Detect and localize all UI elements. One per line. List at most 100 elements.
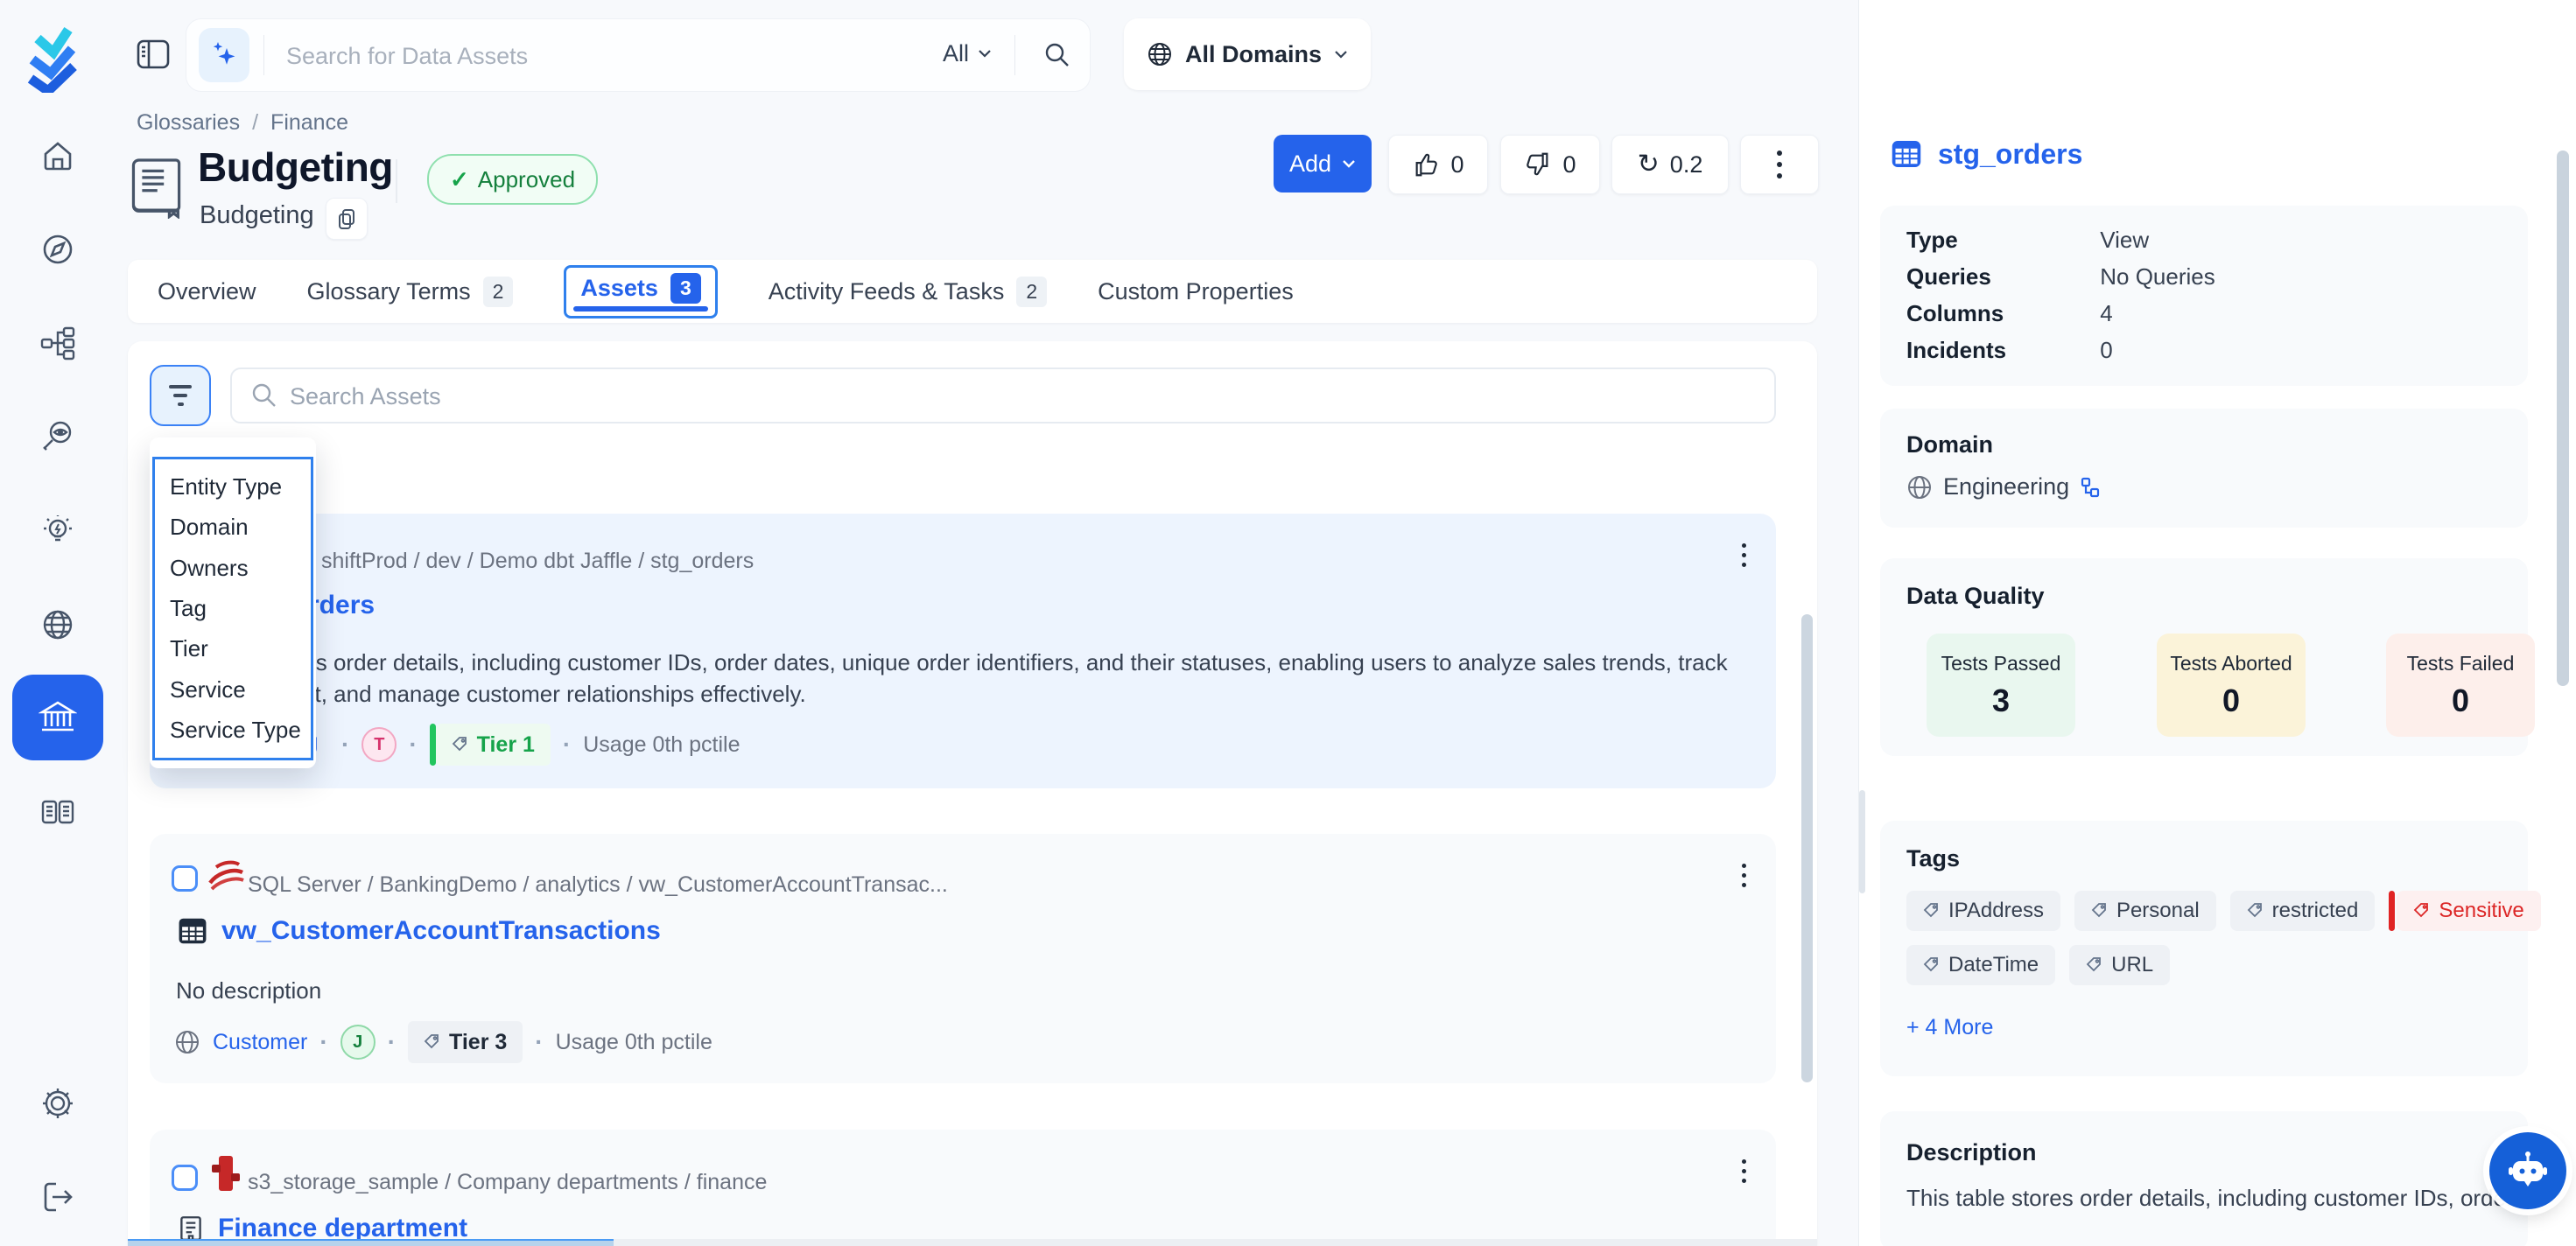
status-label: Approved: [478, 166, 575, 193]
breadcrumb-finance[interactable]: Finance: [270, 110, 348, 136]
sidebar-item-domains[interactable]: [40, 607, 75, 642]
asset-card-finance-department[interactable]: s3_storage_sample / Company departments …: [150, 1130, 1776, 1246]
tag-pill-ipaddress[interactable]: IPAddress: [1906, 891, 2060, 931]
tab-custom-properties[interactable]: Custom Properties: [1098, 278, 1294, 305]
filter-option-tag[interactable]: Tag: [155, 595, 311, 622]
card-kebab-icon[interactable]: [1742, 864, 1746, 887]
sidebar-item-discover[interactable]: [40, 232, 75, 267]
tab-assets[interactable]: Assets 3: [564, 265, 717, 318]
sidebar-item-insights[interactable]: [40, 514, 75, 549]
filter-option-service[interactable]: Service: [155, 676, 311, 704]
upvote-button[interactable]: 0: [1388, 135, 1488, 194]
tests-failed-label: Tests Failed: [2407, 652, 2515, 676]
status-badge[interactable]: ✓ Approved: [427, 154, 598, 205]
horizontal-scrollbar-thumb[interactable]: [128, 1239, 614, 1246]
tier-badge[interactable]: Tier 1: [430, 724, 551, 766]
more-tags-link[interactable]: + 4 More: [1906, 1015, 1993, 1040]
asset-domain-link[interactable]: Engineering: [314, 730, 329, 760]
version-button[interactable]: ↻ 0.2: [1611, 135, 1729, 194]
upvote-count: 0: [1450, 151, 1463, 178]
domain-value[interactable]: Engineering: [1943, 473, 2069, 500]
tests-aborted-label: Tests Aborted: [2170, 652, 2292, 676]
asset-description-line2: order fulfillment, and manage customer r…: [314, 678, 1744, 710]
asset-title: stg_orders: [314, 591, 375, 620]
card-kebab-icon[interactable]: [1742, 543, 1746, 567]
info-label-incidents: Incidents: [1906, 337, 2094, 364]
tag-pill-datetime[interactable]: DateTime: [1906, 945, 2055, 985]
sidebar-item-observability[interactable]: [40, 419, 75, 454]
bank-icon: [39, 698, 77, 737]
filter-button[interactable]: [150, 365, 211, 426]
details-scrollbar[interactable]: [2557, 150, 2569, 686]
downvote-button[interactable]: 0: [1500, 135, 1600, 194]
asset-breadcrumb: SQL Server / BankingDemo / analytics / v…: [248, 872, 948, 898]
sidebar-item-lineage[interactable]: [40, 326, 75, 360]
atlan-logo-icon[interactable]: [25, 18, 81, 93]
asset-breadcrumb: shiftProd / dev / Demo dbt Jaffle / stg_…: [321, 549, 754, 574]
tag-pill-personal[interactable]: Personal: [2074, 891, 2216, 931]
sidebar-item-settings[interactable]: [40, 1086, 75, 1121]
tab-activity-feeds[interactable]: Activity Feeds & Tasks 2: [769, 276, 1047, 307]
filter-option-domain[interactable]: Domain: [155, 514, 311, 541]
global-search-bar[interactable]: All: [186, 18, 1091, 92]
tags-heading: Tags: [1906, 845, 1960, 872]
more-actions-button[interactable]: [1740, 135, 1819, 194]
copy-button[interactable]: [326, 198, 368, 240]
sparkle-icon: [209, 39, 239, 71]
card-kebab-icon[interactable]: [1742, 1159, 1746, 1183]
info-value-queries: No Queries: [2100, 263, 2215, 290]
asset-card-stg-orders[interactable]: shiftProd / dev / Demo dbt Jaffle / stg_…: [150, 514, 1776, 788]
tag-pill-sensitive[interactable]: Sensitive: [2389, 891, 2540, 931]
sidebar-item-logout[interactable]: [40, 1180, 75, 1214]
details-asset-title[interactable]: stg_orders: [1938, 138, 2082, 171]
details-domain-card: Domain Engineering: [1880, 409, 2528, 528]
tag-pill-restricted[interactable]: restricted: [2230, 891, 2376, 931]
tag-pill-url[interactable]: URL: [2069, 945, 2170, 985]
logout-icon: [40, 1180, 75, 1214]
filter-option-tier[interactable]: Tier: [155, 635, 311, 662]
search-scope-dropdown[interactable]: All: [943, 40, 992, 67]
tab-label: Activity Feeds & Tasks: [769, 278, 1005, 305]
breadcrumb-glossaries[interactable]: Glossaries: [137, 110, 240, 136]
info-value-type: View: [2100, 227, 2149, 253]
assets-panel: shiftProd / dev / Demo dbt Jaffle / stg_…: [128, 341, 1817, 1246]
chevron-down-icon: [1334, 50, 1348, 60]
filter-option-entity-type[interactable]: Entity Type: [155, 473, 311, 500]
asset-title-link[interactable]: stg_orders: [314, 591, 390, 629]
sidebar-item-home[interactable]: [40, 138, 75, 173]
search-submit-icon[interactable]: [1044, 42, 1070, 68]
search-scope-label: All: [943, 40, 969, 67]
sidebar-toggle-button[interactable]: [137, 38, 170, 70]
info-value-incidents-link[interactable]: 0: [2100, 337, 2112, 363]
asset-checkbox[interactable]: [172, 1165, 198, 1191]
ai-search-button[interactable]: [199, 28, 249, 82]
vertical-scrollbar[interactable]: [1801, 614, 1813, 1082]
horizontal-scrollbar-track[interactable]: [128, 1239, 1817, 1246]
asset-domain-link[interactable]: Customer: [213, 1030, 307, 1055]
add-button[interactable]: Add: [1274, 135, 1372, 192]
asset-search-bar[interactable]: [230, 368, 1776, 424]
search-input[interactable]: [284, 33, 866, 79]
tab-overview[interactable]: Overview: [158, 278, 256, 305]
domain-row[interactable]: Engineering: [1906, 473, 2101, 500]
chatbot-button[interactable]: [2489, 1132, 2566, 1209]
asset-card-vw-customer[interactable]: SQL Server / BankingDemo / analytics / v…: [150, 834, 1776, 1083]
dot-separator: [535, 1028, 543, 1056]
panel-resize-handle[interactable]: [1859, 790, 1865, 893]
sidebar-item-glossary-active[interactable]: [12, 675, 103, 760]
asset-title-link[interactable]: vw_CustomerAccountTransactions: [221, 916, 661, 946]
owner-avatar[interactable]: T: [361, 727, 397, 762]
owner-avatar[interactable]: J: [340, 1025, 376, 1060]
description-text: This table stores order details, includi…: [1906, 1185, 2519, 1212]
asset-checkbox[interactable]: [172, 865, 198, 892]
filter-option-service-type[interactable]: Service Type: [155, 717, 311, 744]
all-domains-button[interactable]: All Domains: [1124, 18, 1371, 90]
tab-count-badge: 3: [670, 273, 701, 304]
filter-option-owners[interactable]: Owners: [155, 555, 311, 582]
asset-search-input[interactable]: [288, 376, 1692, 416]
tier-badge[interactable]: Tier 3: [408, 1021, 523, 1063]
tests-aborted-value: 0: [2222, 682, 2240, 719]
sidebar-item-reference[interactable]: [40, 794, 75, 830]
asset-details-panel: stg_orders Type View Queries No Queries …: [1858, 0, 2576, 1246]
tab-glossary-terms[interactable]: Glossary Terms 2: [307, 276, 514, 307]
